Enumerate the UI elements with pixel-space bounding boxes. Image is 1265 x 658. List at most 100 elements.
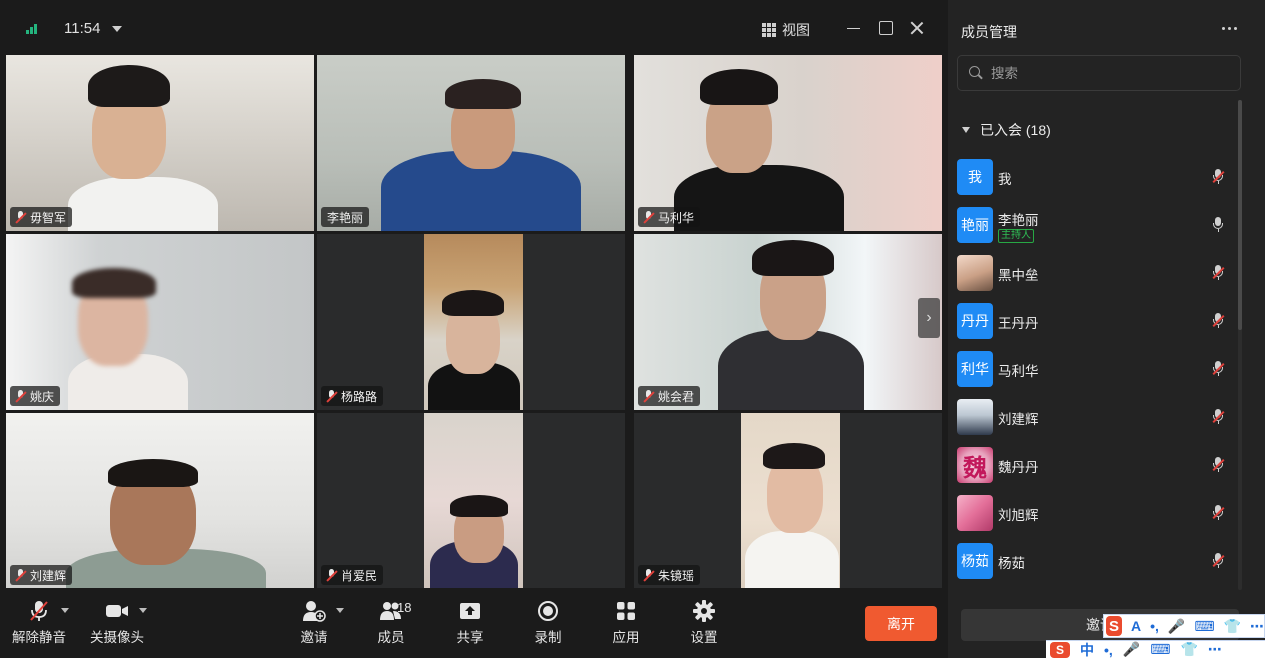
member-row[interactable]: 黑中垒 — [948, 249, 1240, 297]
tile-nametag: 朱镜瑶 — [638, 565, 701, 585]
video-tile[interactable]: 毋智军 — [6, 55, 314, 231]
member-name: 我 — [998, 172, 1012, 187]
camera-off-button[interactable]: 关摄像头 — [82, 598, 152, 650]
mic-muted-icon[interactable] — [1212, 265, 1225, 281]
members-panel: 成员管理 已入会 (18) 我 我 艳丽 李艳丽 主持人 黑中垒 丹丹 王丹丹 — [948, 0, 1265, 658]
ime-item[interactable]: A — [1131, 618, 1141, 634]
invite-label: 邀请 — [300, 630, 328, 645]
mic-muted-icon[interactable] — [1212, 313, 1225, 329]
ime-item[interactable]: •, — [1150, 618, 1159, 634]
unmute-button[interactable]: 解除静音 — [4, 598, 74, 650]
participant-hair — [752, 240, 834, 276]
ime-keyboard-icon[interactable]: ⌨ — [1150, 641, 1170, 658]
video-tile[interactable]: 肖爱民 — [317, 413, 625, 589]
ime-voice-icon[interactable]: 🎤 — [1168, 618, 1185, 635]
avatar: 丹丹 — [957, 303, 993, 339]
member-row[interactable]: 我 我 — [948, 153, 1240, 201]
apps-button[interactable]: 应用 — [591, 598, 661, 650]
mic-muted-icon[interactable] — [1212, 361, 1225, 377]
tile-nametag: 马利华 — [638, 207, 701, 227]
mic-muted-icon[interactable] — [1212, 553, 1225, 569]
participant-body — [68, 177, 218, 231]
ime-item[interactable]: •, — [1104, 642, 1113, 658]
apps-icon — [606, 598, 646, 624]
unmute-label: 解除静音 — [12, 630, 66, 645]
avatar: 艳丽 — [957, 207, 993, 243]
mic-muted-icon[interactable] — [1212, 457, 1225, 473]
share-label: 共享 — [456, 630, 484, 645]
invite-button[interactable]: 邀请 — [279, 598, 349, 650]
member-row[interactable]: 魏 魏丹丹 — [948, 441, 1240, 489]
ime-toolbar-row: S 中 •, 🎤 ⌨ 👕 ⋯ — [1046, 640, 1265, 658]
next-page-icon[interactable]: › — [918, 298, 940, 338]
ime-skin-icon[interactable]: 👕 — [1180, 641, 1197, 658]
avatar: 杨茹 — [957, 543, 993, 579]
record-button[interactable]: 录制 — [513, 598, 583, 650]
member-name: 杨茹 — [998, 556, 1025, 571]
video-feed — [741, 413, 840, 589]
member-row[interactable]: 利华 马利华 — [948, 345, 1240, 393]
ime-logo-icon[interactable]: S — [1106, 616, 1122, 636]
video-tile[interactable]: 姚庆 — [6, 234, 314, 410]
ime-more-icon[interactable]: ⋯ — [1208, 641, 1222, 658]
tile-nametag: 毋智军 — [10, 207, 73, 227]
mic-icon[interactable] — [1212, 217, 1225, 233]
more-options-icon[interactable] — [1220, 20, 1240, 36]
member-row[interactable]: 艳丽 李艳丽 主持人 — [948, 201, 1240, 249]
network-signal-icon[interactable] — [26, 22, 40, 34]
video-tile[interactable]: 杨路路 — [317, 234, 625, 410]
ime-logo-icon[interactable]: S — [1050, 641, 1070, 658]
members-button[interactable]: 18 成员 — [356, 598, 426, 650]
member-name: 马利华 — [998, 364, 1039, 379]
avatar: 利华 — [957, 351, 993, 387]
close-icon[interactable] — [909, 20, 925, 36]
video-tile[interactable]: 刘建辉 — [6, 413, 314, 589]
settings-button[interactable]: 设置 — [669, 598, 739, 650]
caret-down-icon — [962, 127, 970, 133]
mic-muted-icon — [326, 389, 337, 403]
member-search — [957, 55, 1241, 91]
video-tile[interactable]: 马利华 — [634, 55, 942, 231]
share-screen-icon — [450, 598, 490, 624]
tile-name: 马利华 — [658, 210, 695, 225]
ime-item[interactable]: 中 — [1080, 640, 1094, 658]
tile-name: 姚庆 — [30, 389, 55, 404]
mic-muted-icon[interactable] — [1212, 409, 1225, 425]
members-icon: 18 — [371, 598, 411, 624]
share-button[interactable]: 共享 — [435, 598, 505, 650]
view-button[interactable]: 视图 — [762, 19, 810, 41]
maximize-icon[interactable] — [878, 20, 894, 36]
video-feed — [424, 234, 523, 410]
member-list-scrollbar[interactable] — [1238, 100, 1242, 590]
ime-toolbar-row: S A •, 🎤 ⌨ 👕 ⋯ — [1103, 614, 1265, 638]
chevron-down-icon[interactable] — [112, 26, 122, 32]
camera-icon — [97, 598, 147, 624]
video-tile[interactable]: › 姚会君 — [634, 234, 942, 410]
mic-muted-icon[interactable] — [1212, 169, 1225, 185]
ime-voice-icon[interactable]: 🎤 — [1123, 641, 1140, 658]
tile-name: 毋智军 — [30, 210, 67, 225]
leave-button[interactable]: 离开 — [865, 606, 937, 641]
tile-nametag: 肖爱民 — [321, 565, 384, 585]
video-tile[interactable]: 朱镜瑶 — [634, 413, 942, 589]
tile-name: 肖爱民 — [341, 568, 378, 583]
ime-more-icon[interactable]: ⋯ — [1250, 618, 1264, 635]
participant-hair — [88, 65, 170, 107]
meeting-time: 11:54 — [64, 20, 101, 37]
mic-muted-icon[interactable] — [1212, 505, 1225, 521]
member-row[interactable]: 刘建辉 — [948, 393, 1240, 441]
ime-skin-icon[interactable]: 👕 — [1224, 618, 1241, 635]
ime-keyboard-icon[interactable]: ⌨ — [1194, 618, 1214, 635]
video-feed — [424, 413, 523, 589]
video-tile-active-speaker[interactable]: 李艳丽 — [317, 55, 625, 231]
mic-muted-icon — [643, 210, 654, 224]
member-name: 李艳丽 — [998, 213, 1039, 228]
member-row[interactable]: 刘旭辉 — [948, 489, 1240, 537]
member-row[interactable]: 丹丹 王丹丹 — [948, 297, 1240, 345]
tile-name: 姚会君 — [658, 389, 695, 404]
member-row[interactable]: 杨茹 杨茹 — [948, 537, 1240, 585]
joined-section-toggle[interactable]: 已入会 (18) — [962, 120, 1051, 140]
participant-hair — [108, 459, 198, 487]
minimize-icon[interactable] — [846, 20, 862, 36]
search-input[interactable] — [991, 65, 1231, 81]
